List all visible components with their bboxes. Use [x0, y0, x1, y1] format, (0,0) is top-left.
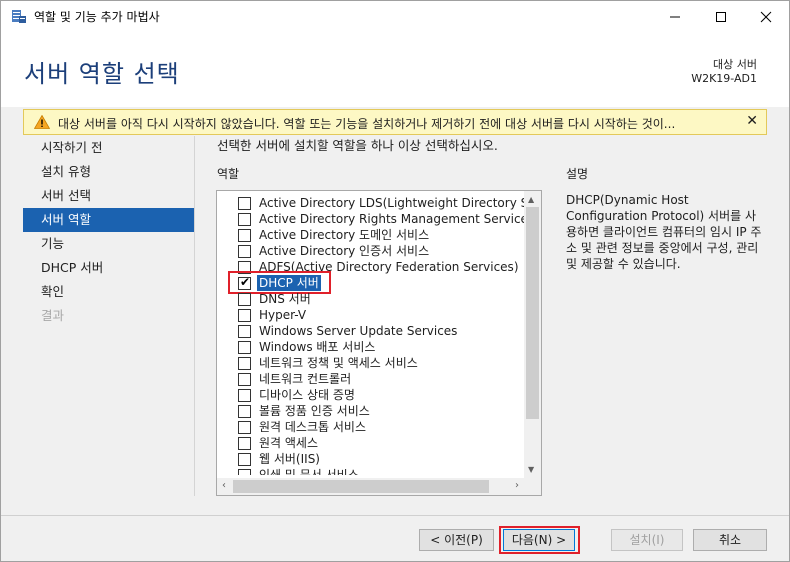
role-label[interactable]: Active Directory LDS(Lightweight Directo… — [259, 195, 524, 211]
footer-divider — [1, 515, 789, 516]
roles-list: Active Directory LDS(Lightweight Directo… — [217, 195, 524, 475]
scroll-left-icon[interactable]: ‹ — [222, 480, 226, 491]
role-checkbox[interactable] — [238, 309, 251, 322]
role-list-item[interactable]: 원격 데스크톱 서비스 — [217, 419, 524, 435]
minimize-icon — [670, 16, 680, 17]
role-checkbox[interactable] — [238, 341, 251, 354]
server-manager-icon — [11, 8, 27, 24]
role-list-item[interactable]: 인쇄 및 문서 서비스 — [217, 467, 524, 475]
nav-divider — [194, 136, 195, 496]
role-list-item[interactable]: 네트워크 컨트롤러 — [217, 371, 524, 387]
role-checkbox[interactable] — [238, 229, 251, 242]
role-label[interactable]: 인쇄 및 문서 서비스 — [259, 467, 359, 475]
role-checkbox[interactable] — [238, 469, 251, 475]
nav-item-server-selection[interactable]: 서버 선택 — [23, 184, 195, 208]
scrollbar-corner — [524, 478, 541, 495]
close-icon — [760, 11, 772, 22]
warning-close-icon[interactable]: ✕ — [746, 113, 758, 129]
role-list-item[interactable]: ✔ DHCP 서버 — [217, 271, 524, 294]
horizontal-scroll-thumb[interactable] — [233, 480, 489, 493]
roles-list-box: Active Directory LDS(Lightweight Directo… — [216, 190, 542, 496]
nav-item-confirmation[interactable]: 확인 — [23, 280, 195, 304]
role-label[interactable]: Hyper-V — [259, 307, 306, 323]
role-checkbox[interactable] — [238, 293, 251, 306]
role-checkbox[interactable] — [238, 213, 251, 226]
description-heading: 설명 — [566, 167, 589, 181]
role-list-item[interactable]: Windows 배포 서비스 — [217, 339, 524, 355]
role-list-item[interactable]: 디바이스 상태 증명 — [217, 387, 524, 403]
nav-item-dhcp-server[interactable]: DHCP 서버 — [23, 256, 195, 280]
role-label[interactable]: 디바이스 상태 증명 — [259, 387, 355, 403]
role-checkbox[interactable] — [238, 453, 251, 466]
nav-item-server-roles[interactable]: 서버 역할 — [23, 208, 195, 232]
description-text: DHCP(Dynamic Host Configuration Protocol… — [566, 193, 762, 271]
role-label[interactable]: 웹 서버(IIS) — [259, 451, 320, 467]
wizard-steps-nav: 시작하기 전 설치 유형 서버 선택 서버 역할 기능 DHCP 서버 확인 결… — [23, 136, 195, 328]
role-label[interactable]: Windows Server Update Services — [259, 323, 457, 339]
page-title: 서버 역할 선택 — [24, 60, 180, 88]
wizard-window: 역할 및 기능 추가 마법사 서버 역할 선택 대상 서버 W2K19-AD1 … — [0, 0, 790, 562]
restart-warning-banner: 대상 서버를 아직 다시 시작하지 않았습니다. 역할 또는 기능을 설치하거나… — [23, 109, 767, 135]
next-button-highlight — [499, 526, 580, 554]
horizontal-scrollbar[interactable]: ‹ › — [217, 478, 524, 495]
role-label[interactable]: 원격 액세스 — [259, 435, 318, 451]
role-list-item[interactable]: DNS 서버 — [217, 291, 524, 307]
minimize-button[interactable] — [652, 1, 698, 32]
role-list-item[interactable]: Active Directory LDS(Lightweight Directo… — [217, 195, 524, 211]
role-checkbox[interactable] — [238, 421, 251, 434]
roles-heading: 역할 — [217, 167, 240, 181]
role-label[interactable]: DNS 서버 — [259, 291, 311, 307]
role-list-item[interactable]: 볼륨 정품 인증 서비스 — [217, 403, 524, 419]
role-checkbox[interactable] — [238, 373, 251, 386]
vertical-scroll-thumb[interactable] — [526, 207, 539, 419]
target-server-name: W2K19-AD1 — [691, 72, 757, 85]
role-list-item[interactable]: 네트워크 정책 및 액세스 서비스 — [217, 355, 524, 371]
close-button[interactable] — [743, 1, 789, 32]
role-list-item[interactable]: Active Directory 인증서 서비스 — [217, 243, 524, 259]
role-label[interactable]: 네트워크 컨트롤러 — [259, 371, 351, 387]
scroll-up-icon[interactable]: ▲ — [528, 195, 534, 204]
maximize-icon — [716, 11, 726, 22]
role-list-item[interactable]: 웹 서버(IIS) — [217, 451, 524, 467]
nav-item-installation-type[interactable]: 설치 유형 — [23, 160, 195, 184]
role-checkbox[interactable] — [238, 357, 251, 370]
warning-text: 대상 서버를 아직 다시 시작하지 않았습니다. 역할 또는 기능을 설치하거나… — [58, 117, 676, 131]
role-list-item[interactable]: 원격 액세스 — [217, 435, 524, 451]
role-list-item[interactable]: Windows Server Update Services — [217, 323, 524, 339]
role-list-item[interactable]: Hyper-V — [217, 307, 524, 323]
role-label[interactable]: 볼륨 정품 인증 서비스 — [259, 403, 370, 419]
role-checkbox[interactable] — [238, 325, 251, 338]
nav-item-features[interactable]: 기능 — [23, 232, 195, 256]
maximize-button[interactable] — [698, 1, 744, 32]
role-list-item[interactable]: Active Directory Rights Management Servi… — [217, 211, 524, 227]
vertical-scrollbar[interactable]: ▲ ▼ — [524, 191, 541, 478]
install-button: 설치(I) — [611, 529, 683, 551]
role-label[interactable]: Active Directory 도메인 서비스 — [259, 227, 429, 243]
nav-item-results: 결과 — [41, 308, 65, 323]
role-checkbox[interactable] — [238, 389, 251, 402]
instruction-text: 선택한 서버에 설치할 역할을 하나 이상 선택하십시오. — [217, 138, 498, 153]
window-title: 역할 및 기능 추가 마법사 — [34, 10, 160, 24]
nav-item-before-you-begin[interactable]: 시작하기 전 — [23, 136, 195, 160]
role-label[interactable]: Active Directory Rights Management Servi… — [259, 211, 524, 227]
role-label[interactable]: Windows 배포 서비스 — [259, 339, 375, 355]
warning-triangle-icon — [33, 114, 51, 132]
role-checkbox[interactable] — [238, 245, 251, 258]
role-checkbox[interactable] — [238, 405, 251, 418]
scroll-down-icon[interactable]: ▼ — [528, 465, 534, 474]
role-checkbox[interactable] — [238, 197, 251, 210]
scroll-right-icon[interactable]: › — [515, 480, 519, 491]
role-label[interactable]: 원격 데스크톱 서비스 — [259, 419, 366, 435]
previous-button[interactable]: < 이전(P) — [419, 529, 494, 551]
role-checkbox[interactable] — [238, 437, 251, 450]
target-server-label: 대상 서버 — [713, 58, 757, 71]
title-bar: 역할 및 기능 추가 마법사 — [1, 1, 789, 32]
role-label[interactable]: 네트워크 정책 및 액세스 서비스 — [259, 355, 418, 371]
role-list-item[interactable]: Active Directory 도메인 서비스 — [217, 227, 524, 243]
role-label[interactable]: Active Directory 인증서 서비스 — [259, 243, 429, 259]
cancel-button[interactable]: 취소 — [693, 529, 767, 551]
wizard-header: 서버 역할 선택 대상 서버 W2K19-AD1 — [1, 32, 789, 107]
